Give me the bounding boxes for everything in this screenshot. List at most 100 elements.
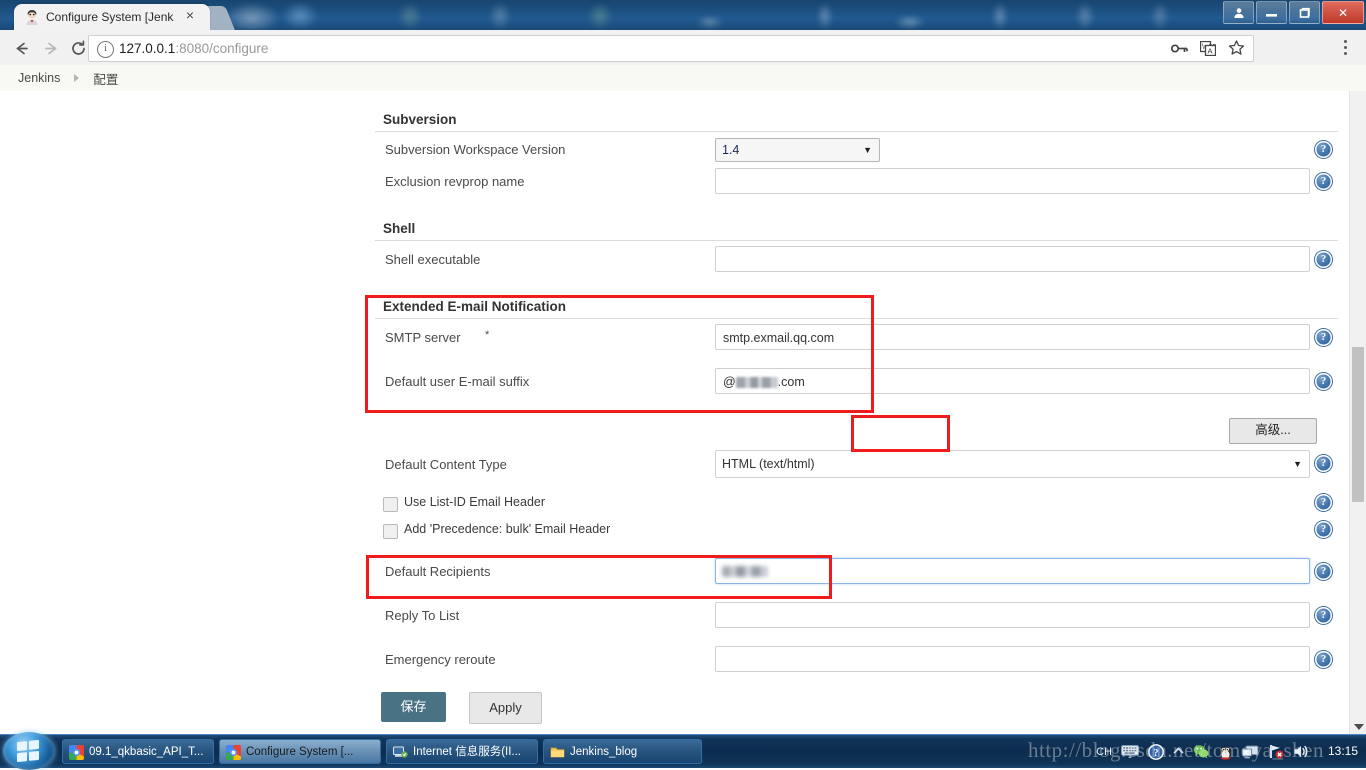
page-scrollbar[interactable]	[1349, 91, 1366, 735]
iis-icon	[393, 745, 408, 760]
input-shell-executable[interactable]	[715, 246, 1310, 272]
label-reply-to-list: Reply To List	[385, 608, 460, 623]
row-shell-executable: Shell executable ?	[375, 241, 1332, 279]
three-dot-menu-icon[interactable]	[1344, 40, 1348, 58]
restore-button[interactable]	[1289, 1, 1320, 24]
breadcrumb-item-configure[interactable]: 配置	[93, 69, 118, 88]
chevron-down-icon: ▼	[863, 145, 872, 155]
qq-penguin-icon[interactable]	[1218, 744, 1233, 760]
taskbar-item-label-2: Internet 信息服务(II...	[413, 746, 521, 758]
label-exclusion-revprop-name: Exclusion revprop name	[385, 174, 525, 189]
select-subversion-workspace-version[interactable]: 1.4 ▼	[715, 138, 880, 162]
checkbox-row-add-precedence-bulk: Add 'Precedence: bulk' Email Header ?	[0, 518, 1350, 546]
jenkins-favicon-icon	[24, 9, 40, 25]
help-icon-default-content-type[interactable]: ?	[1315, 455, 1332, 472]
tab-close-icon[interactable]: ×	[182, 8, 198, 24]
taskbar-item-3[interactable]: Jenkins_blog	[543, 739, 702, 764]
select-default-content-type[interactable]: HTML (text/html) ▼	[715, 450, 1310, 478]
input-default-recipients[interactable]	[715, 558, 1310, 584]
translate-icon[interactable]: \u6587A	[1199, 40, 1225, 61]
back-icon[interactable]	[10, 37, 32, 59]
section-heading-subversion: Subversion	[375, 112, 1338, 132]
help-icon-subversion-workspace-version[interactable]: ?	[1315, 141, 1332, 158]
url-host: 127.0.0.1	[119, 41, 176, 56]
label-subversion-workspace-version: Subversion Workspace Version	[385, 142, 566, 157]
section-heading-extended-email-notification: Extended E-mail Notification	[375, 299, 1338, 319]
label-use-list-id-email-header[interactable]: Use List-ID Email Header	[404, 495, 545, 509]
redacted-domain-blur	[735, 377, 778, 388]
browser-tab-title: Configure System [Jenk	[46, 10, 174, 24]
ime-indicator[interactable]: CH	[1096, 746, 1112, 758]
breadcrumb-separator-icon	[74, 74, 80, 82]
taskbar-item-1[interactable]: Configure System [...	[219, 739, 381, 764]
label-default-user-email-suffix: Default user E-mail suffix	[385, 374, 530, 389]
wechat-icon[interactable]	[1193, 744, 1209, 759]
bookmark-star-icon[interactable]	[1228, 40, 1245, 61]
label-shell-executable: Shell executable	[385, 252, 481, 267]
folder-icon	[550, 745, 565, 760]
address-bar-url: 127.0.0.1:8080/configure	[119, 40, 268, 57]
close-window-button[interactable]: ✕	[1322, 1, 1364, 24]
input-emergency-reroute[interactable]	[715, 646, 1310, 672]
taskbar-item-label-1: Configure System [...	[246, 746, 354, 758]
key-icon[interactable]	[1170, 42, 1188, 60]
chevron-down-icon: ▼	[1293, 459, 1302, 469]
label-default-content-type: Default Content Type	[385, 457, 507, 472]
label-add-precedence-bulk-email-header[interactable]: Add 'Precedence: bulk' Email Header	[404, 522, 610, 536]
chrome-icon	[69, 745, 84, 760]
checkbox-use-list-id-email-header[interactable]	[383, 497, 398, 512]
help-icon-add-precedence-bulk[interactable]: ?	[1315, 521, 1332, 538]
keyboard-icon[interactable]	[1121, 745, 1139, 758]
scroll-down-arrow-icon[interactable]	[1354, 724, 1364, 730]
volume-icon[interactable]	[1293, 744, 1310, 759]
taskbar-item-label-3: Jenkins_blog	[570, 746, 638, 758]
forward-icon[interactable]	[40, 37, 62, 59]
network-error-icon[interactable]	[1268, 744, 1284, 759]
browser-toolbar: i 127.0.0.1:8080/configure \u6587A	[0, 30, 1366, 66]
required-marker-smtp-server: *	[485, 329, 490, 341]
apply-button[interactable]: Apply	[469, 692, 542, 724]
help-icon-shell-executable[interactable]: ?	[1315, 251, 1332, 268]
checkbox-add-precedence-bulk-email-header[interactable]	[383, 524, 398, 539]
breadcrumb-item-jenkins[interactable]: Jenkins	[18, 71, 60, 85]
taskbar-clock[interactable]: 13:15	[1328, 744, 1358, 758]
window-controls: ✕	[1223, 1, 1364, 24]
windows-logo-icon	[17, 739, 39, 763]
row-smtp-server: SMTP server * smtp.exmail.qq.com ?	[375, 319, 1332, 357]
start-button[interactable]	[3, 732, 55, 770]
email-suffix-tld: .com	[777, 375, 805, 389]
save-button[interactable]: 保存	[381, 692, 446, 722]
help-circle-icon[interactable]: ?	[1148, 743, 1164, 760]
row-default-recipients: Default Recipients ?	[375, 553, 1335, 591]
row-default-user-email-suffix: Default user E-mail suffix @ .com ?	[375, 363, 1332, 401]
configure-system-page: Subversion Subversion Workspace Version …	[0, 91, 1350, 735]
reload-icon[interactable]	[67, 37, 89, 59]
address-bar[interactable]: i 127.0.0.1:8080/configure \u6587A	[88, 35, 1254, 62]
taskbar-item-label-0: 09.1_qkbasic_API_T...	[89, 746, 204, 758]
help-icon-emergency-reroute[interactable]: ?	[1315, 651, 1332, 668]
taskbar-item-0[interactable]: 09.1_qkbasic_API_T...	[62, 739, 214, 764]
help-icon-reply-to-list[interactable]: ?	[1315, 607, 1332, 624]
input-reply-to-list[interactable]	[715, 602, 1310, 628]
taskbar-item-2[interactable]: Internet 信息服务(II...	[386, 739, 538, 764]
redacted-recipients-blur	[722, 566, 768, 577]
help-icon-default-user-email-suffix[interactable]: ?	[1315, 373, 1332, 390]
input-smtp-server[interactable]: smtp.exmail.qq.com	[715, 324, 1310, 350]
scrollbar-thumb[interactable]	[1352, 347, 1364, 502]
user-profile-button[interactable]	[1223, 1, 1254, 24]
input-exclusion-revprop-name[interactable]	[715, 168, 1310, 194]
minimize-button[interactable]	[1256, 1, 1287, 24]
site-info-icon[interactable]: i	[97, 41, 114, 58]
advanced-button[interactable]: 高级...	[1229, 418, 1317, 444]
chevron-up-icon[interactable]	[1173, 747, 1184, 756]
label-default-recipients: Default Recipients	[385, 564, 491, 579]
omnibox-action-icons: \u6587A	[1170, 40, 1245, 61]
help-icon-exclusion-revprop-name[interactable]: ?	[1315, 173, 1332, 190]
chrome-icon	[226, 745, 241, 760]
help-icon-default-recipients[interactable]: ?	[1315, 563, 1332, 580]
help-icon-smtp-server[interactable]: ?	[1315, 329, 1332, 346]
monitor-icon[interactable]	[1242, 745, 1259, 759]
row-reply-to-list: Reply To List ?	[375, 597, 1335, 635]
help-icon-use-list-id[interactable]: ?	[1315, 494, 1332, 511]
input-default-user-email-suffix[interactable]: @ .com	[715, 368, 1310, 394]
